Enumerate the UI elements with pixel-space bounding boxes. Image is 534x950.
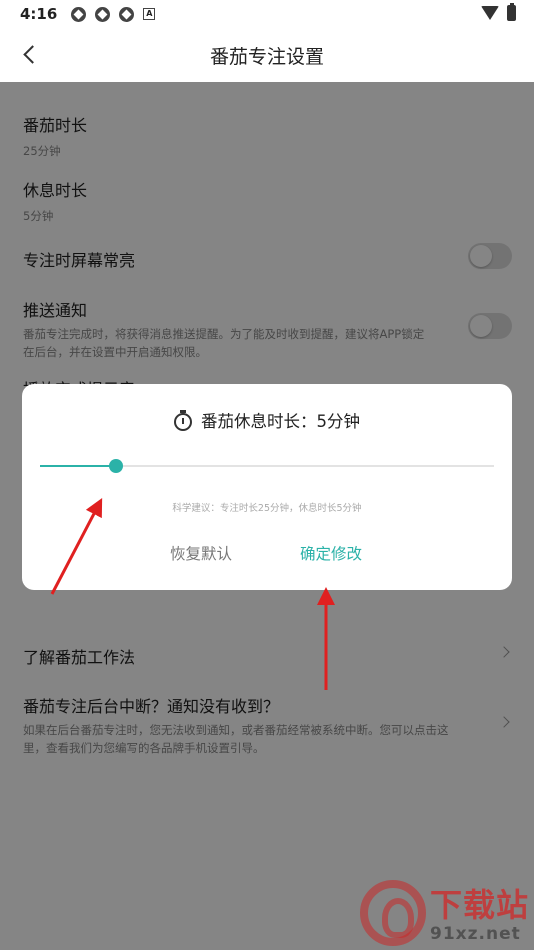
a-notification-icon: A	[143, 8, 156, 20]
rest-duration-dialog: 番茄休息时长：5分钟 科学建议：专注时长25分钟，休息时长5分钟 恢复默认 确定…	[22, 384, 512, 590]
dialog-title-row: 番茄休息时长：5分钟	[22, 408, 512, 432]
confirm-change-button[interactable]: 确定修改	[300, 542, 362, 564]
app-notification-icon	[95, 6, 111, 22]
dialog-hint: 科学建议：专注时长25分钟，休息时长5分钟	[172, 503, 362, 514]
page-title: 番茄专注设置	[209, 45, 324, 68]
reset-default-button[interactable]: 恢复默认	[170, 542, 232, 564]
app-notification-icon	[119, 6, 135, 22]
watermark-text: 下载站	[430, 886, 530, 924]
status-bar: 4:16 A	[0, 0, 534, 28]
back-arrow-icon[interactable]	[18, 42, 44, 68]
status-time: 4:16	[20, 5, 58, 23]
app-notification-icon	[71, 6, 87, 22]
app-bar: 番茄专注设置	[0, 28, 534, 82]
duration-slider-track[interactable]	[40, 459, 494, 473]
watermark-logo-icon	[360, 880, 426, 946]
dialog-title: 番茄休息时长：5分钟	[201, 412, 360, 431]
stopwatch-icon	[174, 410, 192, 431]
duration-slider-thumb[interactable]	[108, 459, 123, 473]
battery-icon	[507, 3, 516, 21]
watermark: 下载站 91xz.net	[352, 872, 534, 950]
duration-slider-fill	[40, 465, 116, 467]
watermark-url: 91xz.net	[430, 924, 521, 944]
wifi-icon	[481, 6, 499, 20]
